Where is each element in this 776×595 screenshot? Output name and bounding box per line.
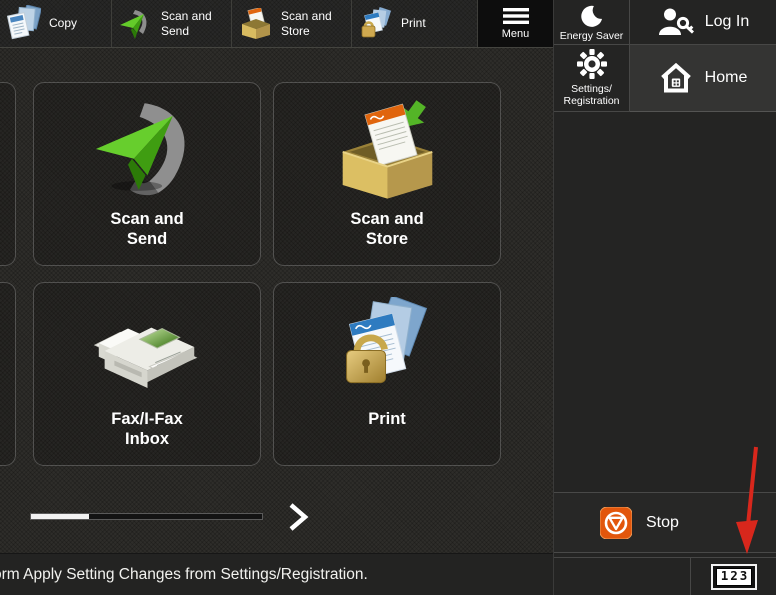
energy-saver-button[interactable]: Energy Saver: [554, 0, 630, 45]
stop-icon: [600, 507, 632, 539]
hamburger-icon: [503, 8, 529, 24]
right-control-panel: Energy Saver Log In: [553, 0, 776, 595]
fax-machine-icon: [91, 300, 203, 398]
home-icon: [660, 63, 692, 93]
status-message: orm Apply Setting Changes from Settings/…: [0, 566, 368, 584]
home-button[interactable]: Home: [630, 45, 776, 112]
tab-print-label: Print: [401, 16, 426, 30]
tab-copy-label: Copy: [49, 16, 77, 30]
bottom-left-cell: [554, 557, 691, 595]
tile-print[interactable]: Print: [273, 282, 501, 466]
crescent-moon-icon: [580, 5, 603, 28]
tile-scan-and-store-label: Scan andStore: [350, 210, 423, 250]
tab-copy[interactable]: Copy: [0, 0, 112, 47]
settings-registration-label: Settings/Registration: [563, 83, 619, 108]
top-tab-bar: Copy Scan andSend: [0, 0, 553, 48]
counter-check-button[interactable]: 123: [691, 557, 776, 595]
tile-partial-bottom[interactable]: [0, 282, 16, 466]
tile-partial-top[interactable]: [0, 82, 16, 266]
print-lock-icon: [359, 7, 393, 41]
person-key-icon: [658, 8, 694, 36]
status-bar: orm Apply Setting Changes from Settings/…: [0, 553, 553, 595]
menu-button[interactable]: Menu: [478, 0, 553, 47]
tile-scan-and-send[interactable]: Scan andSend: [33, 82, 261, 266]
stop-label: Stop: [646, 514, 679, 532]
tile-scan-and-send-label: Scan andSend: [110, 210, 183, 250]
log-in-label: Log In: [705, 13, 749, 31]
tile-scan-and-store[interactable]: Scan andStore: [273, 82, 501, 266]
box-document-icon: [331, 96, 443, 202]
page-scrollbar[interactable]: [30, 513, 263, 520]
copy-icon: [7, 5, 41, 43]
gear-icon: [577, 49, 607, 79]
paper-plane-swoosh-icon: [91, 99, 203, 199]
stop-button[interactable]: Stop: [554, 492, 776, 553]
next-page-chevron-icon[interactable]: [287, 503, 309, 536]
log-in-button[interactable]: Log In: [630, 0, 776, 45]
tile-fax-ifax-inbox-label: Fax/I-FaxInbox: [111, 410, 183, 450]
scrollbar-thumb[interactable]: [31, 514, 89, 519]
paper-plane-icon: [119, 8, 153, 40]
energy-saver-label: Energy Saver: [560, 30, 624, 42]
counter-label: 123: [721, 570, 750, 583]
home-label: Home: [705, 69, 748, 87]
counter-123-icon: 123: [711, 564, 757, 590]
home-tile-area: Scan andSend: [0, 48, 553, 553]
settings-registration-button[interactable]: Settings/Registration: [554, 45, 630, 112]
menu-label: Menu: [502, 28, 530, 40]
tab-scan-and-send[interactable]: Scan andSend: [112, 0, 232, 47]
tab-scan-and-store-label: Scan andStore: [281, 9, 332, 38]
tab-print[interactable]: Print: [352, 0, 478, 47]
documents-lock-icon: [331, 297, 443, 401]
tile-fax-ifax-inbox[interactable]: Fax/I-FaxInbox: [33, 282, 261, 466]
tab-scan-and-store[interactable]: Scan andStore: [232, 0, 352, 47]
tile-print-label: Print: [368, 410, 406, 430]
printer-home-screen: Copy Scan andSend: [0, 0, 776, 595]
tab-scan-and-send-label: Scan andSend: [161, 9, 212, 38]
store-box-icon: [239, 8, 273, 40]
